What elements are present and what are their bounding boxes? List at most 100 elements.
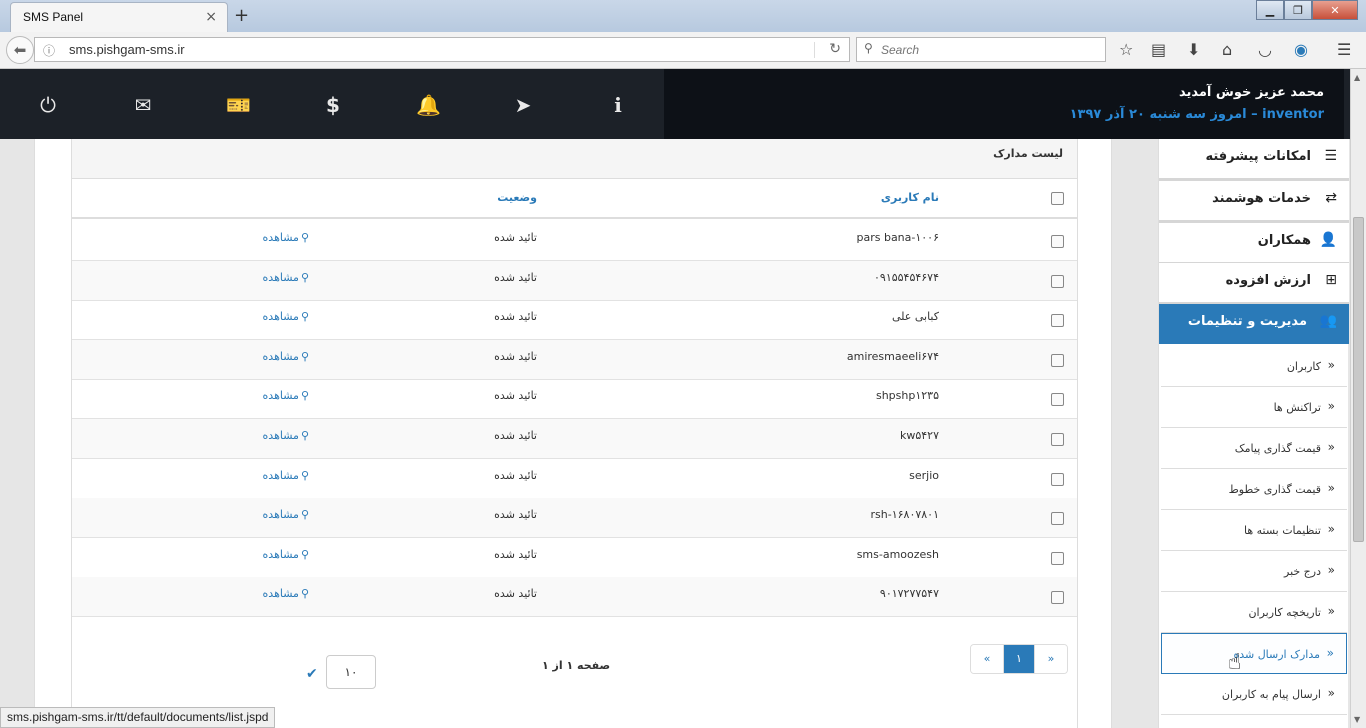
username: inventor [1262,107,1324,122]
send-icon[interactable]: ➤ [511,93,535,117]
sidebar-item-smart-services[interactable]: ⇄ خدمات هوشمند [1159,181,1349,223]
bell-icon[interactable]: 🔔 [416,93,441,117]
view-label: مشاهده [262,587,299,601]
ticket-icon[interactable]: 🎫 [226,93,251,117]
row-checkbox[interactable] [1051,393,1064,407]
row-checkbox[interactable] [1051,235,1064,248]
cell-status: تائید شده [494,429,537,442]
sidebar-subitem[interactable]: » قیمت گذاری پیامک [1161,428,1347,469]
row-checkbox[interactable] [1051,472,1064,486]
browser-tab[interactable]: SMS Panel × [10,2,228,32]
sidebar-subitem[interactable]: » تنظیمات بسته ها [1161,510,1347,551]
sidebar-subitem[interactable]: » مدارک ارسال شده [1161,633,1347,674]
sidebar-item-advanced[interactable]: ☰ امکانات پیشرفته [1159,139,1349,181]
sidebar-subitem-label: قیمت گذاری پیامک [1234,442,1321,455]
sidebar-subitem[interactable]: » تراکنش ها [1161,387,1347,428]
back-button[interactable]: ⬅ [6,36,34,64]
view-label: مشاهده [262,349,299,363]
search-input[interactable] [881,40,1091,59]
column-username[interactable]: نام کاربری [881,191,939,204]
view-link[interactable]: مشاهده ⚲ [263,350,309,363]
row-checkbox[interactable] [1051,512,1064,526]
pocket-icon[interactable]: ◡ [1258,40,1272,59]
close-window-button[interactable]: ✕ [1312,0,1358,20]
sidebar-subitem-label: تاریخچه کاربران [1248,606,1321,619]
account-icon[interactable]: ◉ [1294,40,1308,59]
maximize-button[interactable]: ❐ [1284,0,1312,20]
scroll-down-icon[interactable]: ▼ [1354,715,1360,724]
sidebar-subitem[interactable]: » کاربران [1161,346,1347,387]
reload-icon[interactable]: ↻ [829,41,841,57]
sidebar-item-value-added[interactable]: ⊞ ارزش افزوده [1159,263,1349,305]
view-label: مشاهده [262,508,299,522]
home-icon[interactable]: ⌂ [1222,40,1232,59]
sidebar-subitem-label: تنظیمات بسته ها [1243,524,1321,537]
sidebar-item-colleagues[interactable]: 👤 همکاران [1159,223,1349,265]
pagination-page-1[interactable]: ۱ [1003,645,1035,673]
dollar-icon[interactable]: $ [321,93,345,117]
sidebar-subitem-label: درج خبر [1284,565,1321,578]
check-icon[interactable]: ✔ [306,666,318,682]
row-checkbox[interactable] [1051,274,1064,288]
new-tab-icon[interactable]: + [234,5,249,26]
view-link[interactable]: مشاهده ⚲ [263,231,309,244]
sidebar-item-management[interactable]: 👥 مدیریت و تنظیمات [1159,304,1349,344]
view-link[interactable]: مشاهده ⚲ [263,469,309,482]
reading-list-icon[interactable]: ▤ [1151,40,1166,59]
bookmark-star-icon[interactable]: ☆ [1119,40,1133,59]
cell-username: amiresmaeeli۶۷۴ [846,349,939,363]
site-info-icon[interactable]: ⓘ [43,42,55,59]
view-link[interactable]: مشاهده ⚲ [263,548,309,561]
mail-icon[interactable]: ✉ [131,93,155,117]
sidebar: ☰ امکانات پیشرفته ⇄ خدمات هوشمند 👤 همکار… [1158,139,1349,728]
welcome-text: محمد عزیز خوش آمدید [1178,85,1324,100]
scroll-up-icon[interactable]: ▲ [1354,73,1360,82]
cell-username: کبابی علی [891,310,939,324]
sidebar-subitem[interactable]: » قیمت گذاری خطوط [1161,469,1347,510]
url-text[interactable]: sms.pishgam-sms.ir [69,42,185,57]
sidebar-subitem[interactable]: » تاریخچه کاربران [1161,592,1347,633]
power-icon[interactable]: ⏻ [36,93,60,117]
sidebar-subitem[interactable]: » درج خبر [1161,551,1347,592]
url-divider [814,42,815,58]
row-checkbox[interactable] [1051,551,1064,565]
pagination-next[interactable]: » [1035,645,1067,673]
view-link[interactable]: مشاهده ⚲ [263,429,309,442]
tab-title: SMS Panel [23,10,84,24]
row-checkbox[interactable] [1051,314,1064,328]
view-link[interactable]: مشاهده ⚲ [263,587,309,600]
page-size-input[interactable]: ۱۰ [326,655,376,689]
view-label: مشاهده [262,231,299,244]
view-link[interactable]: مشاهده ⚲ [263,310,309,323]
column-status[interactable]: وضعیت [497,191,537,204]
table-header: نام کاربری وضعیت [72,179,1077,219]
sidebar-subitem-label: تراکنش ها [1273,401,1321,414]
search-bar[interactable]: ⚲ [856,37,1106,62]
tab-close-icon[interactable]: × [205,9,217,25]
row-checkbox[interactable] [1051,433,1064,446]
scrollbar-thumb[interactable] [1353,217,1364,542]
info-icon[interactable]: i [606,93,630,117]
cell-status: تائید شده [494,270,537,284]
row-checkbox[interactable] [1051,353,1064,367]
cell-username: pars bana-۱۰۰۶ [856,231,939,244]
cell-username: serjio [909,468,939,482]
cell-username: rsh-۱۶۸۰۷۸۰۱ [870,508,939,522]
double-chevron-icon: » [1327,358,1335,372]
row-checkbox[interactable] [1051,591,1064,605]
url-bar[interactable]: ⓘ sms.pishgam-sms.ir ↻ [34,37,850,62]
download-icon[interactable]: ⬇ [1187,40,1200,59]
minimize-button[interactable]: ▁ [1256,0,1284,20]
cell-status: تائید شده [494,468,537,482]
table-row: کبابی علی تائید شده مشاهده ⚲ [72,300,1077,341]
sidebar-subitem[interactable]: » ارسال پیام به کاربران [1161,674,1347,715]
view-link[interactable]: مشاهده ⚲ [263,389,309,402]
select-all-checkbox[interactable] [1051,192,1064,205]
view-link[interactable]: مشاهده ⚲ [263,508,309,521]
pagination-prev[interactable]: « [971,645,1003,673]
view-link[interactable]: مشاهده ⚲ [263,271,309,284]
menu-icon[interactable]: ☰ [1337,40,1351,59]
table-row: ۹۰۱۷۲۷۷۵۴۷ تائید شده مشاهده ⚲ [72,577,1077,618]
main-content: لیست مدارک نام کاربری وضعیت pars bana-۱۰… [34,139,1112,728]
page-scrollbar[interactable]: ▲ ▼ [1350,69,1366,728]
